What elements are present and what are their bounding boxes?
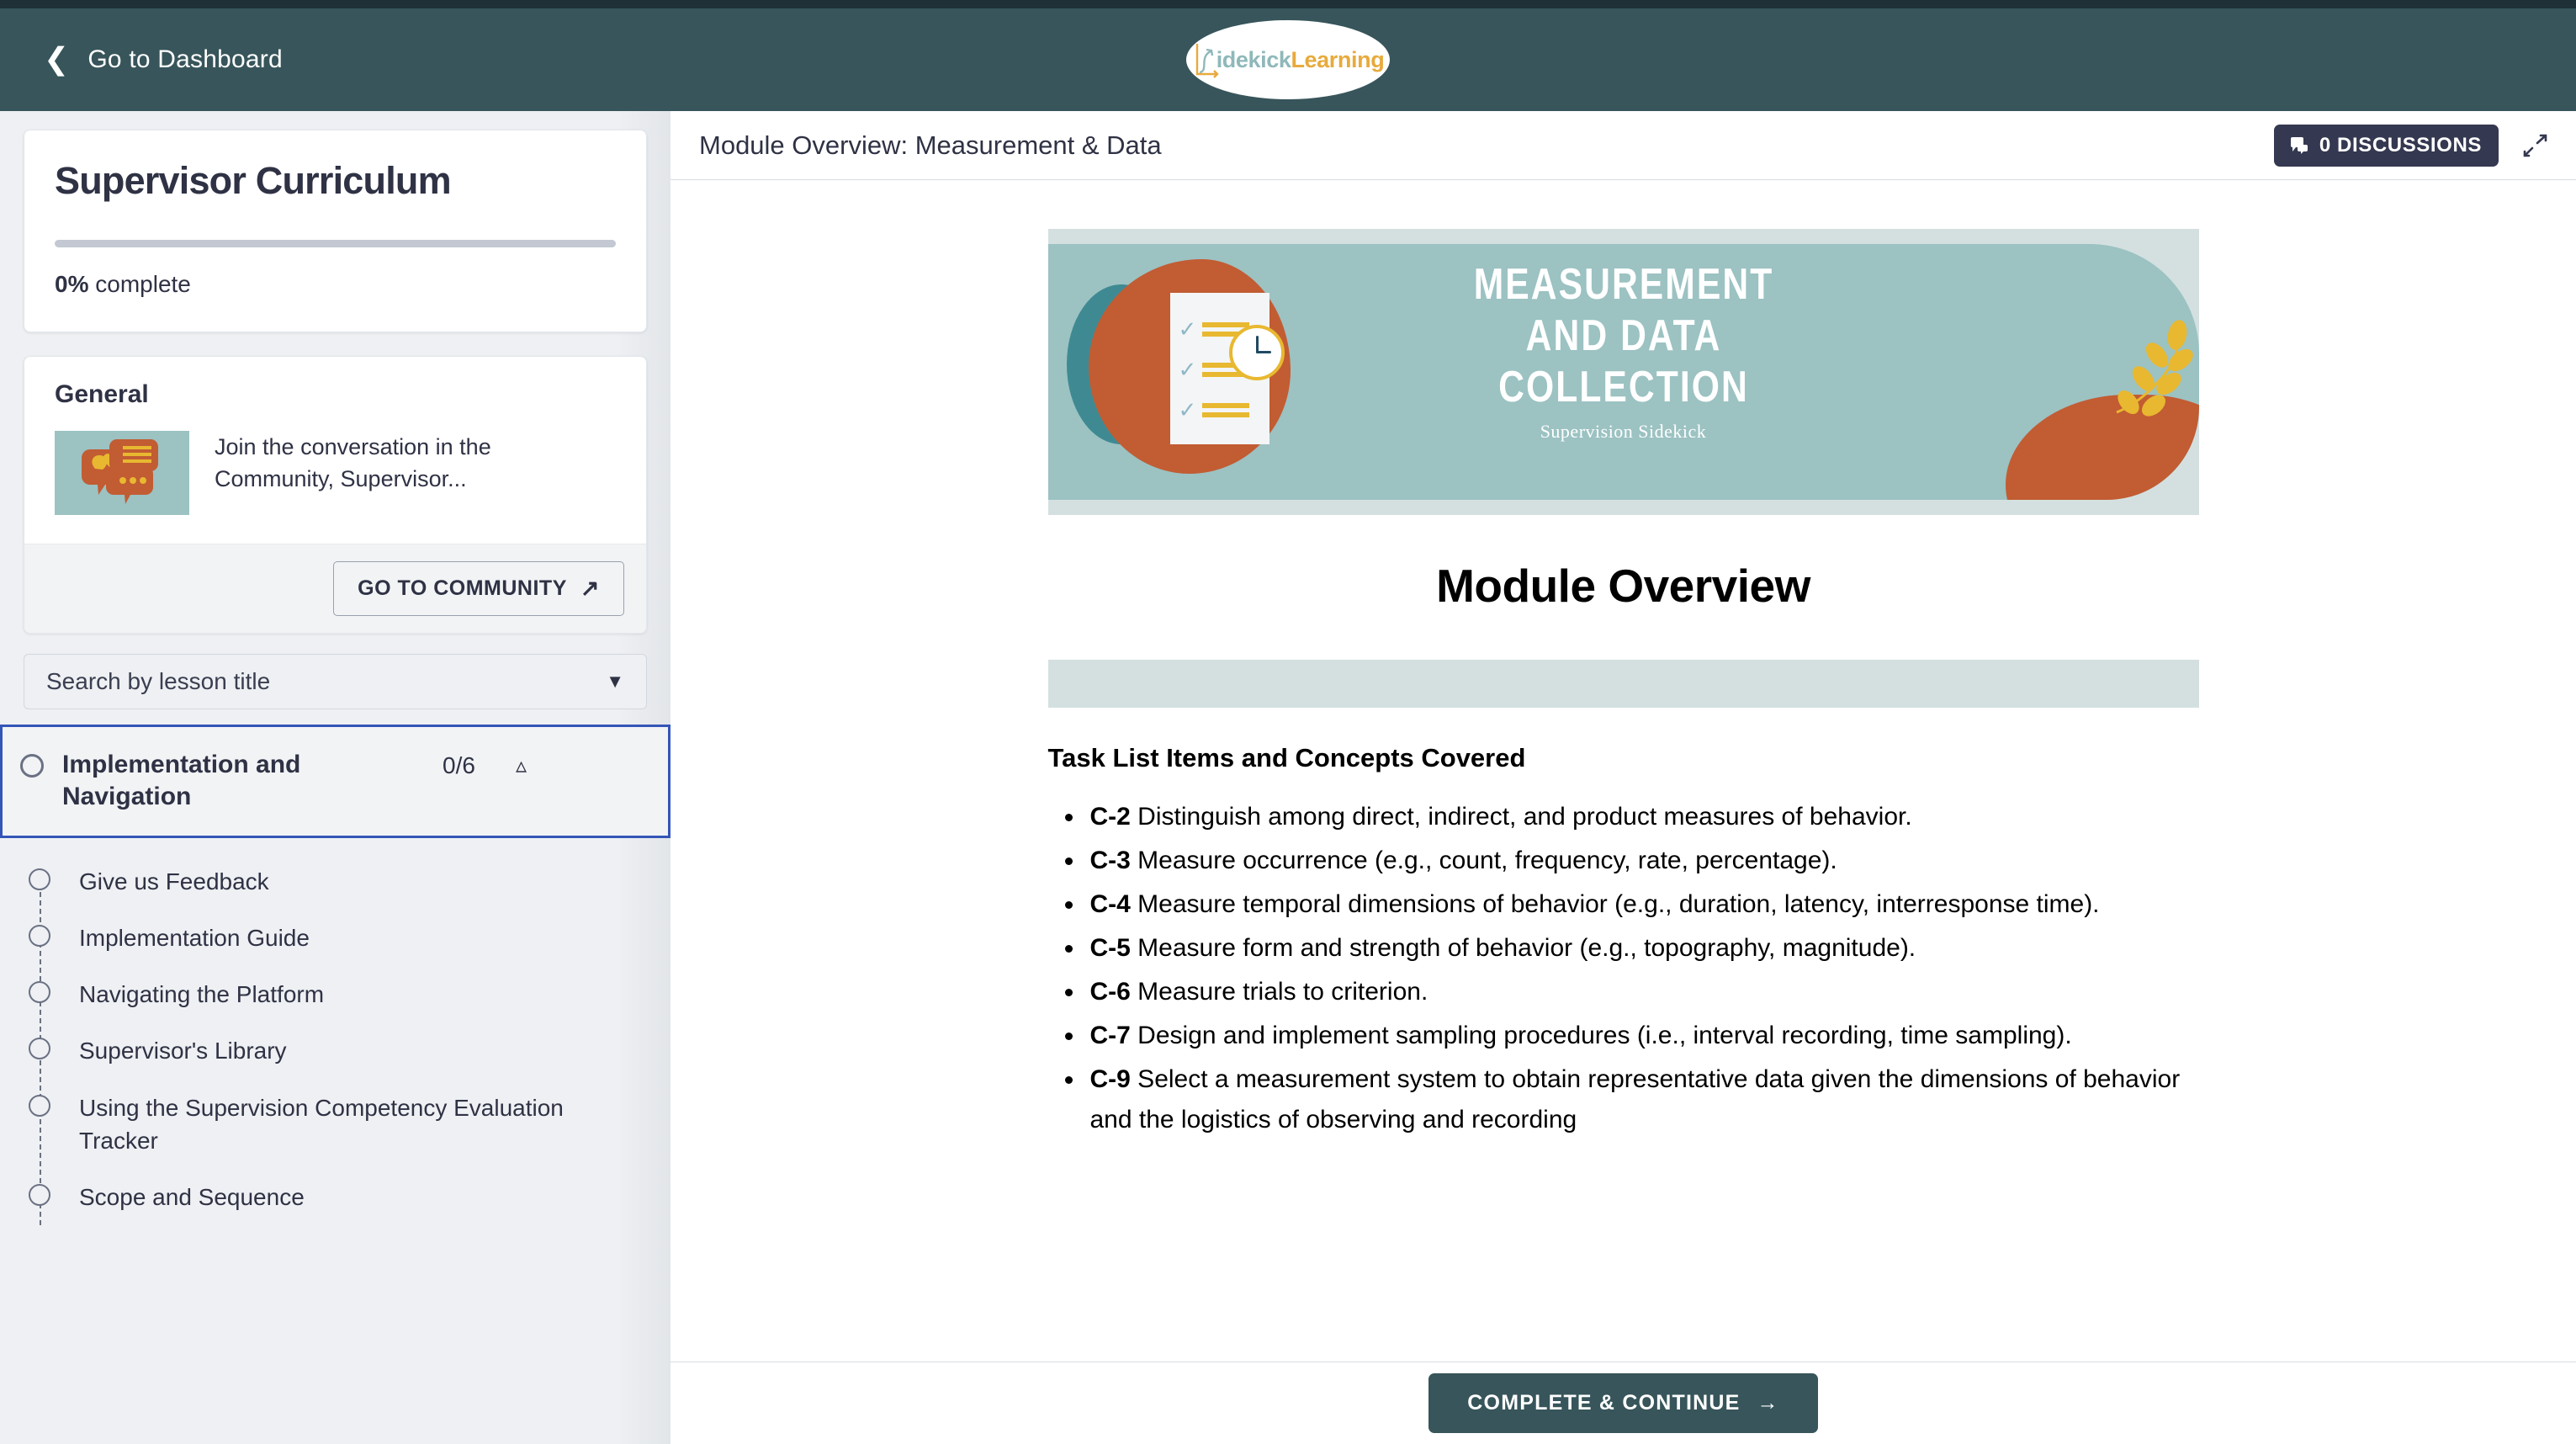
teal-divider-bar bbox=[1048, 660, 2199, 708]
lesson-list: Give us Feedback Implementation Guide Na… bbox=[24, 838, 647, 1225]
circle-outline-icon bbox=[29, 981, 50, 1003]
list-item[interactable]: Navigating the Platform bbox=[29, 966, 647, 1022]
lesson-label: Scope and Sequence bbox=[79, 1181, 305, 1213]
list-item[interactable]: Supervisor's Library bbox=[29, 1022, 647, 1079]
bullet-text: Design and implement sampling procedures… bbox=[1131, 1022, 2072, 1049]
bullet-code: C-3 bbox=[1090, 847, 1131, 874]
bullet-code: C-7 bbox=[1090, 1022, 1131, 1049]
lesson-title: Module Overview: Measurement & Data bbox=[699, 130, 2274, 161]
list-item: C-2 Distinguish among direct, indirect, … bbox=[1085, 797, 2199, 837]
circle-outline-icon bbox=[29, 1184, 50, 1206]
lesson-footer-bar: COMPLETE & CONTINUE → bbox=[671, 1362, 2576, 1444]
general-card-footer: GO TO COMMUNITY ↗ bbox=[24, 544, 646, 633]
list-item[interactable]: Using the Supervision Competency Evaluat… bbox=[29, 1080, 647, 1169]
task-list-heading: Task List Items and Concepts Covered bbox=[1048, 743, 2199, 773]
clock-icon bbox=[1229, 325, 1285, 380]
go-to-dashboard-label: Go to Dashboard bbox=[87, 45, 282, 74]
speech-bubbles-icon bbox=[55, 431, 189, 515]
progress-label: 0% complete bbox=[55, 271, 616, 298]
sidebar-section-implementation-and-navigation[interactable]: Implementation and Navigation 0/6 ▵ bbox=[0, 725, 671, 838]
progress-suffix: complete bbox=[88, 271, 190, 297]
discussions-button[interactable]: 0 DISCUSSIONS bbox=[2274, 125, 2499, 167]
check-icon: ✓ bbox=[1179, 358, 1197, 380]
list-item[interactable]: Scope and Sequence bbox=[29, 1169, 647, 1225]
list-item: C-4 Measure temporal dimensions of behav… bbox=[1085, 884, 2199, 925]
search-input[interactable]: Search by lesson title ▼ bbox=[24, 654, 647, 709]
progress-percent: 0% bbox=[55, 271, 88, 297]
course-sidebar: Supervisor Curriculum 0% complete Genera… bbox=[0, 111, 671, 1444]
go-to-community-label: GO TO COMMUNITY bbox=[358, 576, 567, 601]
circle-outline-icon bbox=[29, 925, 50, 947]
bullet-text: Measure trials to criterion. bbox=[1131, 978, 1428, 1006]
bullet-code: C-6 bbox=[1090, 978, 1131, 1006]
general-section-card: General bbox=[24, 356, 647, 634]
bullet-code: C-4 bbox=[1090, 890, 1131, 918]
course-progress-card: Supervisor Curriculum 0% complete bbox=[24, 130, 647, 332]
bullet-text: Measure form and strength of behavior (e… bbox=[1131, 934, 1916, 962]
bullet-text: Distinguish among direct, indirect, and … bbox=[1131, 803, 1912, 831]
go-to-dashboard-link[interactable]: ❮ Go to Dashboard bbox=[44, 45, 283, 74]
circle-outline-icon bbox=[29, 1038, 50, 1059]
go-to-community-button[interactable]: GO TO COMMUNITY ↗ bbox=[333, 561, 624, 616]
arrow-right-icon: → bbox=[1757, 1391, 1779, 1415]
list-item: C-5 Measure form and strength of behavio… bbox=[1085, 928, 2199, 969]
lesson-label: Implementation Guide bbox=[79, 921, 310, 954]
list-item: C-3 Measure occurrence (e.g., count, fre… bbox=[1085, 841, 2199, 881]
community-promo-text: Join the conversation in the Community, … bbox=[215, 431, 616, 515]
module-overview-heading: Module Overview bbox=[1048, 559, 2199, 613]
bullet-code: C-5 bbox=[1090, 934, 1131, 962]
lesson-content-scroll[interactable]: ✓ ✓ ✓ bbox=[671, 180, 2576, 1362]
discussions-label: 0 DISCUSSIONS bbox=[2319, 134, 2482, 157]
list-item[interactable]: Give us Feedback bbox=[29, 853, 647, 910]
lesson-label: Navigating the Platform bbox=[79, 978, 324, 1011]
main-content-area: Module Overview: Measurement & Data 0 DI… bbox=[671, 111, 2576, 1444]
list-item: C-7 Design and implement sampling proced… bbox=[1085, 1016, 2199, 1056]
chevron-left-icon: ❮ bbox=[44, 44, 69, 74]
circle-outline-icon bbox=[29, 1095, 50, 1117]
chevron-down-icon: ▼ bbox=[606, 671, 624, 693]
complete-and-continue-button[interactable]: COMPLETE & CONTINUE → bbox=[1428, 1373, 1817, 1433]
bullet-text: Measure occurrence (e.g., count, frequen… bbox=[1131, 847, 1837, 874]
logo-text-learning: Learning bbox=[1291, 47, 1384, 72]
sidebar-section-count: 0/6 bbox=[443, 752, 475, 779]
arrow-up-right-icon: ↗ bbox=[580, 576, 600, 602]
list-item: C-6 Measure trials to criterion. bbox=[1085, 972, 2199, 1012]
search-placeholder: Search by lesson title bbox=[46, 668, 270, 695]
sidekick-learning-logo[interactable]: idekickLearning bbox=[1186, 20, 1390, 99]
top-accent-strip bbox=[0, 0, 2576, 8]
bullet-code: C-9 bbox=[1090, 1065, 1131, 1093]
page-title: Supervisor Curriculum bbox=[55, 159, 616, 203]
circle-outline-icon bbox=[20, 754, 44, 778]
lesson-label: Using the Supervision Competency Evaluat… bbox=[79, 1091, 617, 1157]
circle-outline-icon bbox=[29, 868, 50, 890]
list-item: C-9 Select a measurement system to obtai… bbox=[1085, 1059, 2199, 1140]
lesson-label: Give us Feedback bbox=[79, 865, 269, 898]
logo-text-sidekick: idekick bbox=[1216, 47, 1291, 72]
lesson-header-bar: Module Overview: Measurement & Data 0 DI… bbox=[671, 111, 2576, 180]
leaf-branch-icon bbox=[2103, 320, 2196, 446]
chevron-up-icon[interactable]: ▵ bbox=[516, 752, 527, 778]
lesson-label: Supervisor's Library bbox=[79, 1034, 287, 1067]
sidebar-section-label: Implementation and Navigation bbox=[62, 749, 424, 814]
list-item[interactable]: Implementation Guide bbox=[29, 910, 647, 966]
bullet-text: Measure temporal dimensions of behavior … bbox=[1131, 890, 2100, 918]
bullet-code: C-2 bbox=[1090, 803, 1131, 831]
general-heading: General bbox=[24, 357, 646, 414]
bullet-text: Select a measurement system to obtain re… bbox=[1090, 1065, 2181, 1133]
task-bullet-list: C-2 Distinguish among direct, indirect, … bbox=[1048, 797, 2199, 1140]
top-navigation-bar: ❮ Go to Dashboard idekickLearning bbox=[0, 8, 2576, 111]
comment-icon bbox=[2291, 137, 2309, 154]
progress-bar bbox=[55, 240, 616, 247]
module-banner-image: ✓ ✓ ✓ bbox=[1048, 229, 2199, 515]
check-icon: ✓ bbox=[1179, 399, 1197, 421]
expand-diagonal-icon[interactable] bbox=[2522, 133, 2547, 158]
check-icon: ✓ bbox=[1179, 318, 1197, 340]
complete-and-continue-label: COMPLETE & CONTINUE bbox=[1467, 1391, 1740, 1415]
